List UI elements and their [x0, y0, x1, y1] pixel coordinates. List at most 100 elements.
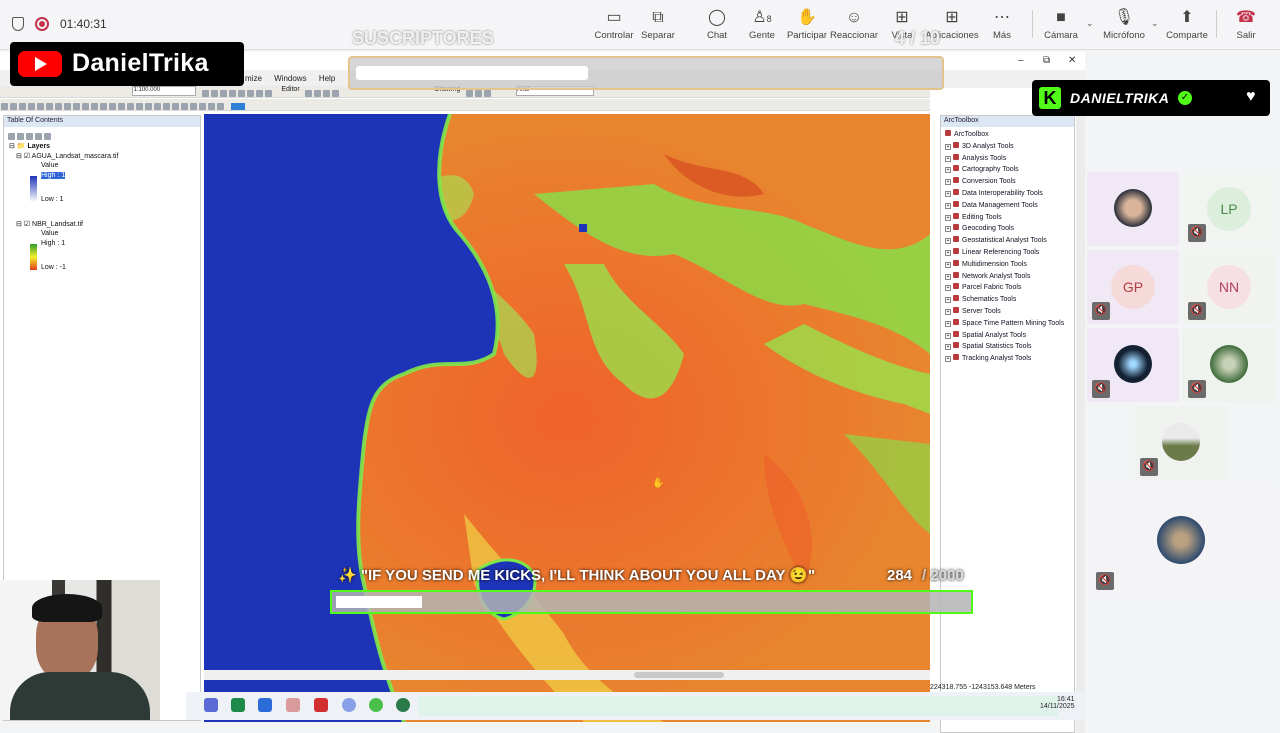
browser-icon[interactable] — [369, 698, 383, 712]
scale-dropdown[interactable]: 1:100.000 — [132, 86, 197, 96]
toolbox-item[interactable]: + Tracking Analyst Tools — [941, 354, 1074, 366]
camera-options-chevron-icon[interactable]: ⌄ — [1086, 18, 1094, 29]
toolbox-item[interactable]: + Geostatistical Analyst Tools — [941, 236, 1074, 248]
pdf-icon[interactable] — [314, 698, 328, 712]
toolbox-icon — [953, 212, 959, 219]
tools-toolbar — [0, 99, 930, 111]
hand-cursor-icon: ✋ — [652, 476, 664, 489]
toolbox-item[interactable]: + Space Time Pattern Mining Tools — [941, 318, 1074, 331]
toolbox-icon — [953, 247, 959, 254]
expand-icon[interactable]: + — [945, 190, 951, 197]
expand-icon[interactable]: + — [945, 179, 951, 186]
app-icon[interactable] — [286, 698, 300, 712]
share-button[interactable]: ⬆ Comparte — [1157, 8, 1217, 44]
expand-icon[interactable]: + — [945, 167, 951, 174]
toolbox-item[interactable]: + Spatial Analyst Tools — [941, 330, 1074, 343]
toolbox-icon — [953, 177, 959, 184]
excel-icon[interactable] — [231, 698, 245, 712]
toolbox-title: ArcToolbox — [941, 116, 1074, 127]
map-view[interactable]: ✋ — [204, 114, 930, 722]
toolbox-item[interactable]: +3D Analyst Tools — [941, 141, 1074, 154]
meeting-timer: 01:40:31 — [60, 17, 107, 31]
participant-initials: NN — [1207, 265, 1251, 309]
close-icon[interactable]: ✕ — [1068, 55, 1076, 66]
youtube-badge: DanielTrika — [10, 42, 244, 86]
app-icon[interactable] — [342, 698, 356, 712]
layer-agua[interactable]: ⊟ ☑ AGUA_Landsat_mascara.tif — [4, 150, 200, 160]
toolbox-item[interactable]: + Multidimension Tools — [941, 259, 1074, 272]
toolbox-icon — [953, 200, 959, 207]
participant-tile[interactable]: 🔇 — [1087, 486, 1275, 598]
participant-tile[interactable]: 🔇 — [1183, 328, 1275, 402]
toolbox-item[interactable]: + Linear Referencing Tools — [941, 247, 1074, 260]
expand-icon[interactable]: + — [945, 202, 951, 209]
toolbox-item[interactable]: + Spatial Statistics Tools — [941, 342, 1074, 354]
participant-avatar — [1157, 516, 1205, 564]
expand-icon[interactable]: + — [945, 155, 951, 162]
verified-icon: ✓ — [1178, 91, 1192, 105]
toolbox-item[interactable]: + Geocoding Tools — [941, 224, 1074, 236]
expand-icon[interactable]: + — [945, 332, 951, 339]
toolbox-icon — [953, 306, 959, 313]
participant-initials: GP — [1111, 265, 1155, 309]
toolbox-item[interactable]: + Editing Tools — [941, 212, 1074, 225]
expand-icon[interactable]: + — [945, 308, 951, 315]
arcgis-icon[interactable] — [396, 698, 410, 712]
toolbox-item[interactable]: + Conversion Tools — [941, 177, 1074, 189]
more-button[interactable]: ⋯ Más — [972, 8, 1032, 44]
expand-icon[interactable]: + — [945, 285, 951, 292]
toolbox-icon — [953, 295, 959, 302]
menu-windows[interactable]: Windows — [269, 70, 311, 87]
menu-help[interactable]: Help — [314, 70, 340, 87]
participant-tile[interactable] — [1087, 172, 1179, 246]
teams-icon[interactable] — [204, 698, 218, 712]
camera-button[interactable]: ■ Cámara — [1031, 8, 1091, 44]
menu-customize[interactable]: mize — [240, 70, 267, 87]
minimize-icon[interactable]: – — [1018, 55, 1024, 66]
participant-tile[interactable]: NN 🔇 — [1183, 250, 1275, 324]
participant-avatar — [1210, 345, 1248, 383]
expand-icon[interactable]: + — [945, 238, 951, 245]
toolbox-item[interactable]: + Network Analyst Tools — [941, 271, 1074, 284]
editor-menu[interactable]: Editor — [281, 86, 299, 93]
expand-icon[interactable]: + — [945, 297, 951, 304]
word-icon[interactable] — [258, 698, 272, 712]
mic-button[interactable]: 🎙 Micrófono — [1094, 8, 1154, 44]
toolbox-icon — [953, 141, 959, 148]
toolbox-item[interactable]: + Server Tools — [941, 306, 1074, 319]
expand-icon[interactable]: + — [945, 249, 951, 256]
layer-nbr[interactable]: ⊟ ☑ NBR_Landsat.tif — [4, 208, 200, 228]
toolbox-item[interactable]: + Cartography Tools — [941, 165, 1074, 177]
taskbar-active-window[interactable] — [418, 696, 1058, 716]
mic-off-icon: 🎙 — [1113, 9, 1135, 26]
toolbox-item[interactable]: + Parcel Fabric Tools — [941, 283, 1074, 295]
expand-icon[interactable]: + — [945, 320, 951, 327]
leave-button[interactable]: ☎ Salir — [1216, 8, 1276, 44]
map-horizontal-scrollbar[interactable] — [204, 670, 930, 680]
heart-icon: ♥ — [1246, 88, 1256, 105]
expand-icon[interactable]: + — [945, 226, 951, 233]
scrollbar-thumb[interactable] — [634, 672, 724, 678]
toolbox-item[interactable]: + Schematics Tools — [941, 295, 1074, 307]
expand-icon[interactable]: + — [945, 214, 951, 221]
popout-button[interactable]: ⧉ Separar — [628, 8, 688, 44]
participant-tile[interactable]: 🔇 — [1087, 328, 1179, 402]
expand-icon[interactable]: + — [945, 143, 951, 150]
expand-icon[interactable]: + — [945, 261, 951, 268]
popout-icon: ⧉ — [652, 9, 664, 26]
toolbox-item[interactable]: + Data Interoperability Tools — [941, 188, 1074, 201]
participant-tile[interactable]: 🔇 — [1135, 406, 1227, 480]
participant-tile[interactable]: GP 🔇 — [1087, 250, 1179, 324]
expand-icon[interactable]: + — [945, 356, 951, 363]
restore-icon[interactable]: ⧉ — [1043, 55, 1050, 66]
participant-tile[interactable]: LP 🔇 — [1183, 172, 1275, 246]
mic-muted-icon: 🔇 — [1092, 302, 1110, 320]
expand-icon[interactable]: + — [945, 344, 951, 351]
toolbox-item[interactable]: + Analysis Tools — [941, 153, 1074, 166]
toc-title: Table Of Contents — [4, 116, 200, 127]
side-tabs[interactable] — [1076, 115, 1085, 733]
toolbox-root[interactable]: ArcToolbox — [941, 130, 1074, 142]
toolbox-icon — [953, 188, 959, 195]
expand-icon[interactable]: + — [945, 273, 951, 280]
toolbox-item[interactable]: + Data Management Tools — [941, 200, 1074, 213]
